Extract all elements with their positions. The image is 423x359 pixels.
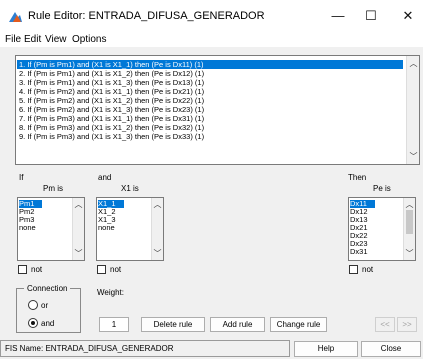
help-button[interactable]: Help [294, 341, 358, 357]
or-label: or [41, 301, 49, 310]
if-listbox[interactable]: Pm1 Pm2 Pm3 none ︿ ﹀ [17, 197, 85, 261]
scroll-up-icon[interactable]: ︿ [73, 199, 84, 210]
scroll-up-icon[interactable]: ︿ [407, 58, 420, 69]
rule-item[interactable]: 6. If (Pm is Pm2) and (X1 is X1_3) then … [19, 105, 204, 114]
prev-button[interactable]: << [375, 317, 395, 332]
list-item[interactable]: Dx23 [350, 240, 368, 248]
if-listbox-scrollbar[interactable]: ︿ ﹀ [72, 198, 84, 260]
scroll-down-icon[interactable]: ﹀ [404, 248, 415, 259]
rule-item[interactable]: 9. If (Pm is Pm3) and (X1 is X1_3) then … [19, 132, 204, 141]
rule-list[interactable]: 1. If (Pm is Pm1) and (X1 is X1_1) then … [15, 55, 420, 165]
then-header: Then [348, 173, 367, 182]
connection-label: Connection [24, 284, 71, 293]
rule-item[interactable]: 5. If (Pm is Pm2) and (X1 is X1_2) then … [19, 96, 204, 105]
and-radio[interactable] [28, 318, 38, 328]
rule-item[interactable]: 1. If (Pm is Pm1) and (X1 is X1_1) then … [17, 60, 403, 69]
rule-item[interactable]: 8. If (Pm is Pm3) and (X1 is X1_2) then … [19, 123, 204, 132]
then-listbox-scrollbar[interactable]: ︿ ﹀ [403, 198, 415, 260]
rule-item[interactable]: 3. If (Pm is Pm1) and (X1 is X1_3) then … [19, 78, 204, 87]
and-listbox[interactable]: X1_1 X1_2 X1_3 none ︿ ﹀ [96, 197, 164, 261]
radio-selected-dot [31, 321, 35, 325]
change-rule-button[interactable]: Change rule [270, 317, 327, 332]
then-variable-label: Pe is [373, 184, 391, 193]
list-item[interactable]: none [98, 224, 115, 232]
and-variable-label: X1 is [121, 184, 139, 193]
next-button[interactable]: >> [397, 317, 417, 332]
delete-rule-button[interactable]: Delete rule [141, 317, 205, 332]
then-not-label: not [362, 265, 374, 274]
list-item[interactable]: Dx31 [350, 248, 368, 254]
if-not-checkbox[interactable] [18, 265, 27, 274]
if-header: If [19, 173, 24, 182]
close-icon[interactable]: ✕ [398, 8, 418, 24]
scroll-down-icon[interactable]: ﹀ [73, 248, 84, 259]
app-icon [9, 12, 22, 22]
menu-view[interactable]: View [45, 34, 67, 45]
scroll-thumb[interactable] [406, 210, 413, 234]
and-header: and [98, 173, 112, 182]
if-not-label: not [31, 265, 43, 274]
rule-item[interactable]: 4. If (Pm is Pm2) and (X1 is X1_1) then … [19, 87, 204, 96]
or-radio[interactable] [28, 300, 38, 310]
window-title: Rule Editor: ENTRADA_DIFUSA_GENERADOR [28, 10, 265, 22]
minimize-icon[interactable]: — [328, 8, 348, 24]
menu-file[interactable]: File [5, 34, 21, 45]
and-listbox-scrollbar[interactable]: ︿ ﹀ [151, 198, 163, 260]
if-variable-label: Pm is [43, 184, 63, 193]
scroll-up-icon[interactable]: ︿ [404, 199, 415, 210]
menu-edit[interactable]: Edit [24, 34, 41, 45]
maximize-icon[interactable]: ☐ [361, 8, 381, 24]
weight-label: Weight: [97, 288, 124, 297]
status-bar: FIS Name: ENTRADA_DIFUSA_GENERADOR [0, 340, 290, 357]
close-button[interactable]: Close [361, 341, 421, 357]
then-listbox[interactable]: Dx11 Dx12 Dx13 Dx21 Dx22 Dx23 Dx31 ︿ ﹀ [348, 197, 416, 261]
rule-item[interactable]: 2. If (Pm is Pm1) and (X1 is X1_2) then … [19, 69, 204, 78]
and-not-checkbox[interactable] [97, 265, 106, 274]
and-not-label: not [110, 265, 122, 274]
add-rule-button[interactable]: Add rule [210, 317, 265, 332]
rule-item[interactable]: 7. If (Pm is Pm3) and (X1 is X1_1) then … [19, 114, 204, 123]
list-item[interactable]: none [19, 224, 36, 232]
menu-options[interactable]: Options [72, 34, 106, 45]
weight-input[interactable]: 1 [99, 317, 129, 332]
scroll-up-icon[interactable]: ︿ [152, 199, 163, 210]
scroll-down-icon[interactable]: ﹀ [407, 151, 420, 162]
scroll-down-icon[interactable]: ﹀ [152, 248, 163, 259]
rule-list-scrollbar[interactable]: ︿ ﹀ [406, 56, 419, 164]
and-radio-label: and [41, 319, 55, 328]
then-not-checkbox[interactable] [349, 265, 358, 274]
